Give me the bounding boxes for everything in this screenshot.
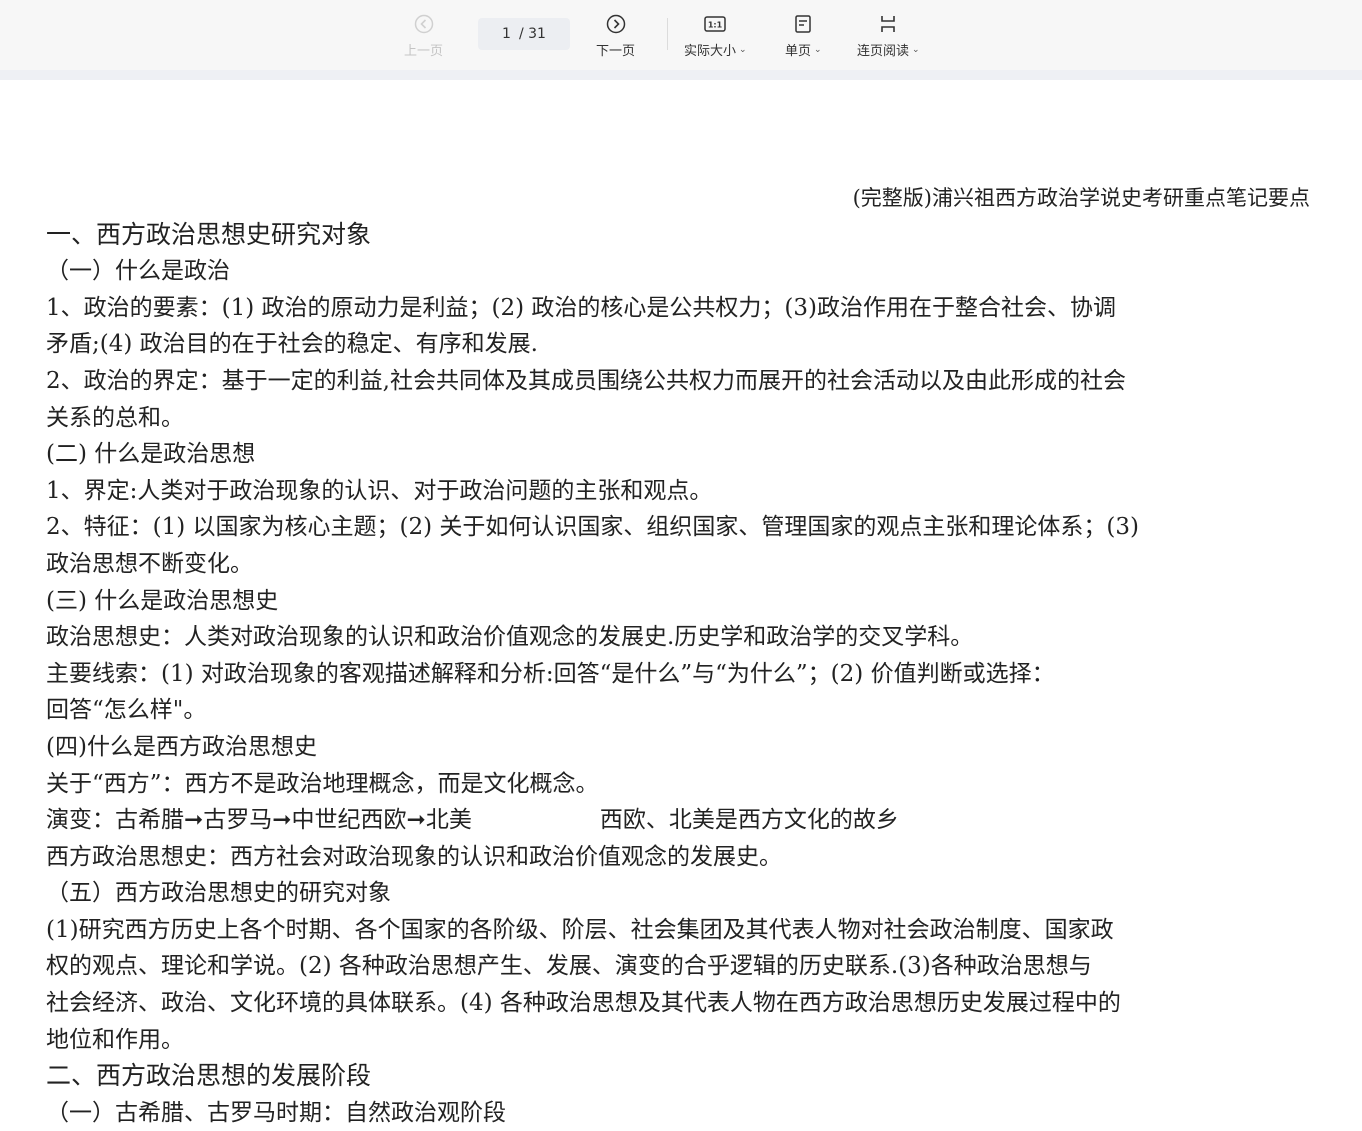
continuous-reading-label: 连页阅读	[857, 44, 910, 59]
text-line: 矛盾;(4) 政治目的在于社会的稳定、有序和发展.	[46, 331, 538, 358]
toolbar-divider	[667, 18, 668, 50]
text-line: 政治思想不断变化。	[46, 550, 253, 577]
chevron-down-icon: ⌄	[814, 44, 822, 55]
single-page-label: 单页	[785, 44, 812, 59]
single-page-icon	[791, 12, 815, 36]
text-line: 政治思想史：人类对政治现象的认识和政治价值观念的发展史.历史学和政治学的交叉学科…	[46, 624, 974, 651]
text-line: 关于“西方”：西方不是政治地理概念，而是文化概念。	[46, 770, 599, 797]
evolution-note: 西欧、北美是西方文化的故乡	[599, 807, 899, 834]
actual-size-label: 实际大小	[684, 44, 737, 59]
text-line: 关系的总和。	[46, 404, 184, 431]
section-heading: 二、西方政治思想的发展阶段	[46, 1061, 372, 1091]
text-line: (1)研究西方历史上各个时期、各个国家的各阶级、阶层、社会集团及其代表人物对社会…	[46, 916, 1114, 943]
prev-page-button[interactable]: 上一页	[404, 12, 443, 59]
chevron-left-circle-icon	[412, 12, 436, 36]
text-line: 2、政治的界定：基于一定的利益,社会共同体及其成员围绕公共权力而展开的社会活动以…	[46, 367, 1126, 394]
actual-size-button[interactable]: 1:1 实际大小 ⌄	[684, 12, 747, 59]
section-heading: 一、西方政治思想史研究对象	[46, 219, 372, 249]
continuous-reading-button[interactable]: 连页阅读 ⌄	[857, 12, 920, 59]
text-line: 1、界定:人类对于政治现象的认识、对于政治问题的主张和观点。	[46, 477, 713, 504]
next-page-button[interactable]: 下一页	[596, 12, 635, 59]
chevron-down-icon: ⌄	[739, 44, 747, 55]
chevron-down-icon: ⌄	[912, 44, 920, 55]
single-page-button[interactable]: 单页 ⌄	[785, 12, 822, 59]
text-line: 演变：古希腊➞古罗马➞中世纪西欧➞北美 西欧、北美是西方文化的故乡	[46, 802, 1310, 839]
text-line: 2、特征：(1) 以国家为核心主题；(2) 关于如何认识国家、组织国家、管理国家…	[46, 514, 1139, 541]
next-page-label: 下一页	[596, 44, 636, 59]
prev-page-label: 上一页	[404, 44, 444, 59]
chevron-right-circle-icon	[604, 12, 628, 36]
text-line: 社会经济、政治、文化环境的具体联系。(4) 各种政治思想及其代表人物在西方政治思…	[46, 990, 1121, 1017]
page-number-field[interactable]: 1 / 31	[478, 18, 570, 50]
actual-size-icon: 1:1	[703, 12, 727, 36]
subsection-heading: （一）古希腊、古罗马时期：自然政治观阶段	[46, 1099, 506, 1126]
text-line: 1、政治的要素：(1) 政治的原动力是利益；(2) 政治的核心是公共权力；(3)…	[46, 294, 1116, 321]
document-page: (完整版)浦兴祖西方政治学说史考研重点笔记要点 一、西方政治思想史研究对象 （一…	[46, 180, 1310, 1131]
subsection-heading: (二) 什么是政治思想	[46, 441, 256, 468]
text-line: 回答“怎么样"。	[46, 697, 207, 724]
text-line: 西方政治思想史：西方社会对政治现象的认识和政治价值观念的发展史。	[46, 843, 782, 870]
actual-size-icon-text: 1:1	[708, 21, 723, 30]
subsection-heading: (三) 什么是政治思想史	[46, 587, 279, 614]
toolbar-shadow	[0, 70, 1362, 80]
total-pages: / 31	[518, 26, 546, 42]
subsection-heading: （五）西方政治思想史的研究对象	[46, 880, 391, 907]
document-title: (完整版)浦兴祖西方政治学说史考研重点笔记要点	[852, 186, 1310, 210]
text-line: 地位和作用。	[46, 1026, 184, 1053]
continuous-pages-icon	[876, 12, 900, 36]
subsection-heading: (四)什么是西方政治思想史	[46, 733, 317, 760]
subsection-heading: （一）什么是政治	[46, 258, 230, 285]
text-line: 主要线索：(1) 对政治现象的客观描述解释和分析:回答“是什么”与“为什么”；(…	[46, 660, 1055, 687]
evolution-text: 演变：古希腊➞古罗马➞中世纪西欧➞北美	[46, 807, 472, 834]
current-page-number[interactable]: 1	[502, 26, 511, 42]
text-line: 权的观点、理论和学说。(2) 各种政治思想产生、发展、演变的合乎逻辑的历史联系.…	[46, 953, 1092, 980]
reader-toolbar: 上一页 1 / 31 下一页 1:1 实际大小 ⌄ 单页 ⌄ 连页阅读 ⌄	[0, 0, 1362, 71]
